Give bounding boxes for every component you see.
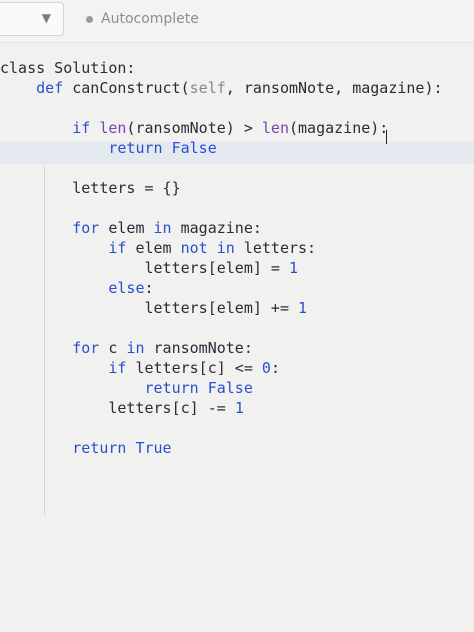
code-token: return xyxy=(108,139,163,157)
code-line: if letters[c] <= 0: xyxy=(0,358,280,378)
code-line: letters[elem] = 1 xyxy=(0,258,298,278)
code-line: for c in ransomNote: xyxy=(0,338,253,358)
code-token: 0 xyxy=(261,359,271,377)
code-token: len xyxy=(99,119,127,137)
code-token: 1 xyxy=(288,259,299,277)
code-line: def canConstruct(self, ransomNote, magaz… xyxy=(0,78,443,98)
code-token: if xyxy=(72,119,91,137)
code-token: elem xyxy=(126,239,181,257)
code-line: return True xyxy=(0,438,172,458)
autocomplete-label: Autocomplete xyxy=(101,11,199,27)
code-token: if xyxy=(108,359,127,377)
autocomplete-toggle[interactable]: Autocomplete xyxy=(86,9,199,29)
code-token: len xyxy=(261,119,289,137)
code-token: False xyxy=(171,139,217,157)
code-editor[interactable]: class Solution: def canConstruct(self, r… xyxy=(0,48,474,632)
code-token: ransomNote: xyxy=(144,339,253,357)
code-line: letters = {} xyxy=(0,178,181,198)
code-token: canConstruct( xyxy=(63,79,190,97)
code-token: for xyxy=(72,219,100,237)
text-cursor xyxy=(386,130,387,144)
code-token: def xyxy=(36,79,64,97)
code-line: for elem in magazine: xyxy=(0,218,262,238)
language-select[interactable]: ▼ xyxy=(0,2,64,36)
code-token: return xyxy=(72,439,127,457)
code-token: for xyxy=(72,339,100,357)
code-token: letters[elem] += xyxy=(0,299,299,317)
code-line: letters[elem] += 1 xyxy=(0,298,307,318)
code-line: return False xyxy=(0,378,253,398)
code-token: in xyxy=(216,239,235,257)
code-token: return xyxy=(144,379,199,397)
code-token: in xyxy=(153,219,172,237)
code-token: : xyxy=(144,279,154,297)
code-token: self xyxy=(189,79,226,97)
chevron-down-icon: ▼ xyxy=(41,11,51,25)
code-token: letters[elem] = xyxy=(0,259,289,277)
code-token: (magazine): xyxy=(289,119,389,137)
code-token: 1 xyxy=(234,399,244,417)
code-token: : xyxy=(270,359,280,377)
code-line: class Solution: xyxy=(0,58,135,78)
code-line: if len(ransomNote) > len(magazine): xyxy=(0,118,388,138)
code-line: letters[c] -= 1 xyxy=(0,398,244,418)
code-token: , ransomNote, magazine): xyxy=(225,79,443,97)
code-token: if xyxy=(108,239,127,257)
code-token: magazine: xyxy=(171,219,262,237)
editor-toolbar: ▼ Autocomplete xyxy=(0,0,474,43)
code-token: False xyxy=(207,379,253,397)
code-line: else: xyxy=(0,278,154,298)
code-token: (ransomNote) > xyxy=(126,119,262,137)
code-line: return False xyxy=(0,138,217,158)
code-token: letters[c] <= xyxy=(126,359,262,377)
code-token: c xyxy=(99,339,127,357)
code-token: 1 xyxy=(298,299,308,317)
code-token: in xyxy=(126,339,145,357)
code-token: True xyxy=(135,439,172,457)
code-token: elem xyxy=(99,219,154,237)
code-token: class Solution: xyxy=(0,59,136,77)
code-token: letters = {} xyxy=(0,179,181,197)
code-token: letters: xyxy=(234,239,317,257)
code-token: letters[c] -= xyxy=(0,399,235,417)
code-line: if elem not in letters: xyxy=(0,238,316,258)
code-token: else xyxy=(108,279,145,297)
toggle-dot-icon xyxy=(86,15,93,23)
code-token: not xyxy=(180,239,208,257)
